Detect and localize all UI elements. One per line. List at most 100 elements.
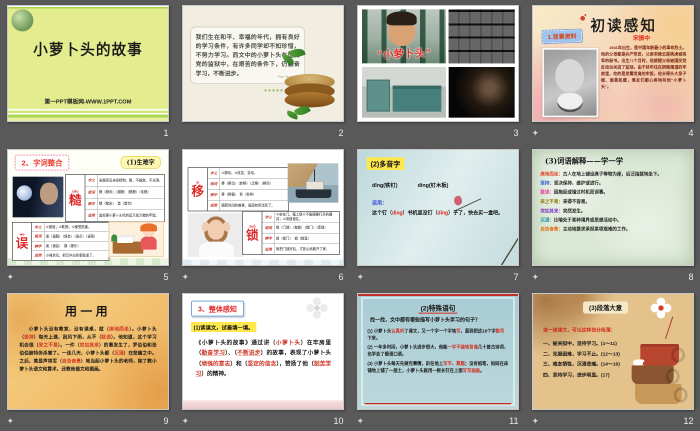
glossary-entry: 来之不易：来得不容易。 xyxy=(539,199,590,205)
segment-line: 一、被关狱中，坚持学习。(1～11) xyxy=(542,340,617,347)
cup-illustration xyxy=(634,383,688,404)
row-value: 糙（糙米）（粗糙）（糙粮）（毛糙） xyxy=(98,190,151,194)
sentence-item: (2) 一年多时间，小萝卜头进步很大，他能一字不错地背诵几十首古诗词，也学会了俄… xyxy=(366,344,508,357)
animation-star-icon: ✦ xyxy=(6,271,15,282)
row-label: 组词 xyxy=(31,232,44,242)
row-value: 米脱壳后未经精制；粗，不细致，不光滑。 xyxy=(98,178,162,183)
row-label: 运用 xyxy=(262,243,275,255)
animation-star-icon: ✦ xyxy=(531,415,540,426)
segment-line: 二、克服困难，学习不止。(12～13) xyxy=(542,351,620,357)
slide-cell-1: 小萝卜头的故事 第一PPT模板网-WWW.1PPT.COM ✦ 1 xyxy=(0,0,175,144)
slide-thumbnail-1[interactable]: 小萝卜头的故事 第一PPT模板网-WWW.1PPT.COM xyxy=(6,5,169,122)
slide-thumbnail-11[interactable]: (2)特殊语句 找一找，文中都有哪些描写小萝卜头学习的句子？ (1) 小萝卜头认… xyxy=(356,293,519,410)
row-label: 组词 xyxy=(85,186,98,198)
bottom-stripe-decoration xyxy=(7,106,168,121)
slide-thumbnail-4[interactable]: 初读感知 1.背景资料 宋振中 1941年出生，是中国年龄最小的革命烈士。他的父… xyxy=(531,5,694,122)
glossary-title: (3)词语解释——学一学 xyxy=(544,156,623,166)
section-heading: 3、整体感知 xyxy=(190,300,244,317)
row-label: 组词 xyxy=(262,222,275,233)
slide-cell-12: (3)段落大意 读一读课文，可以这样划分段落： 一、被关狱中，坚持学习。(1～1… xyxy=(525,288,700,431)
reading-ding4: dìng(钉木板) xyxy=(417,182,448,189)
black-white-photo-montage xyxy=(448,9,515,64)
slide-thumbnail-7[interactable]: (2)多音字 dīng(铁钉) dìng(钉木板) 运用： 这个钉（dìng）书… xyxy=(356,149,519,266)
slide-thumbnail-5[interactable]: 2、字词整合 (1)生难字 cāo 糙 字义 米脱壳后未经精制；粗，不细致，不光滑… xyxy=(6,149,169,266)
red-line-decoration xyxy=(364,402,511,405)
animation-star-icon: ✦ xyxy=(531,127,540,138)
row-label: 运用 xyxy=(207,200,220,211)
boy-face-illustration xyxy=(386,11,417,46)
word-table: yí 移 字义 ①挪动；②改变，变动。 组词 移（移动）（转移）（迁移）（移民） 辨… xyxy=(187,167,289,212)
stem-decoration xyxy=(664,316,673,339)
slide-cell-10: 3、整体感知 (1)读课文，试着填一填。 《小萝卜头的故事》通过讲（小萝卜头）在… xyxy=(175,288,350,431)
slide-thumbnail-3[interactable]: “小萝卜头” xyxy=(356,5,519,122)
row-label: 运用 xyxy=(85,209,98,222)
paragraph-summary-title: (3)段落大意 xyxy=(582,301,628,314)
row-value: 锁（门锁）（枷锁）（锁门）（连锁） xyxy=(275,225,328,230)
person-name: 宋振中 xyxy=(632,34,650,42)
slide-number: 3 xyxy=(513,128,519,138)
slide-cell-2: 我们生在和平、幸福的年代，拥有良好的学习条件，有许多同学却不知珍惜，不努力学习。… xyxy=(175,0,350,144)
slide-thumbnail-12[interactable]: (3)段落大意 读一读课文，可以这样划分段落： 一、被关狱中，坚持学习。(1～1… xyxy=(531,293,694,410)
slide-thumbnail-8[interactable]: (3)词语解释——学一学 席地而坐：古人在地上铺设席子等物为座，后泛指就地坐下。… xyxy=(531,149,694,266)
row-label: 字义 xyxy=(207,167,220,179)
baby-photo xyxy=(541,47,598,118)
slide-thumbnail-6[interactable]: yí 移 字义 ①挪动；②改变，变动。 组词 移（移动）（转移）（迁移）（移民） 辨… xyxy=(181,149,344,266)
slide-cell-8: (3)词语解释——学一学 席地而坐：古人在地上铺设席子等物为座，后泛指就地坐下。… xyxy=(525,144,700,288)
slide-thumbnail-2[interactable]: 我们生在和平、幸福的年代，拥有良好的学习条件，有许多同学却不知珍惜，不努力学习。… xyxy=(181,5,344,122)
glossary-entry: 沉浸：比喻处于某种境界或思想活动中。 xyxy=(539,217,621,223)
character: 锁 xyxy=(245,228,259,243)
row-label: 辨字 xyxy=(31,241,44,251)
top-stripe-decoration xyxy=(7,6,168,10)
slide-cell-7: (2)多音字 dīng(铁钉) dìng(钉木板) 运用： 这个钉（dìng）书… xyxy=(350,144,525,288)
cup-illustration xyxy=(639,343,685,366)
row-value: ①错误；②耽搁；③使受损害。 xyxy=(45,225,91,230)
row-label: 辨字 xyxy=(262,233,275,244)
row-value: 锁（锁门） 销（销售） xyxy=(275,236,311,241)
segment-list: 一、被关狱中，坚持学习。(1～11) 二、克服困难，学习不止。(12～13) 三… xyxy=(542,339,619,381)
slide-sorter-grid: 小萝卜头的故事 第一PPT模板网-WWW.1PPT.COM ✦ 1 我们生在和平… xyxy=(0,0,700,431)
polyphone-title: (2)多音字 xyxy=(366,157,404,170)
row-value: 小强贪玩，把写作业的事耽误了。 xyxy=(45,253,96,258)
section-title: 初读感知 xyxy=(579,13,657,34)
summary-paragraph: 《小萝卜头的故事》通过讲（小萝卜头）在牢房里（勤奋学习）、（不断进步）的故事，表… xyxy=(195,339,331,378)
slide-thumbnail-9[interactable]: 用一用 小萝卜头没有教室，没有课桌，就（席地而坐）。小萝卜头（坚持）每天上课，刮… xyxy=(6,293,169,410)
word-table: suǒ 锁 字义 ①安在门、箱上使人不能随便打开的器具；②用锁锁住。 组词 锁（门锁… xyxy=(241,210,340,255)
sentence-item: (3) 小萝卜头每天先做完事情，趴在地上写字、算题；没有纸笔，妈妈在床铺地上铺了… xyxy=(366,361,508,374)
slide-cell-3: “小萝卜头” ✦ 3 xyxy=(350,0,525,144)
slide-thumbnail-10[interactable]: 3、整体感知 (1)读课文，试着填一填。 《小萝卜头的故事》通过讲（小萝卜头）在… xyxy=(181,293,344,410)
new-words-label: (1)生难字 xyxy=(120,155,161,169)
animation-star-icon: ✦ xyxy=(356,271,365,282)
instruction-text: (1)读课文，试着填一填。 xyxy=(190,321,256,332)
slide-cell-5: 2、字词整合 (1)生难字 cāo 糙 字义 米脱壳后未经精制；粗，不细致，不光滑… xyxy=(0,144,175,288)
slide-number: 6 xyxy=(338,272,344,282)
animation-star-icon: ✦ xyxy=(356,415,365,426)
usage-label: 运用： xyxy=(371,200,387,206)
slide-number: 10 xyxy=(333,416,344,426)
row-value: 移（移动）（转移）（迁移）（移民） xyxy=(220,182,273,186)
row-label: 组词 xyxy=(207,178,220,190)
poster-caption: “小萝卜头” xyxy=(376,46,431,61)
practice-title: 用一用 xyxy=(64,304,111,319)
sentence-list: (1) 小萝卜头认真听了课文，又一个字一个字地写，直到把这16个字默写下来。 (… xyxy=(367,327,508,376)
inventor-lightbulb-photo xyxy=(12,176,63,218)
word-table: cāo 糙 字义 米脱壳后未经精制；粗，不细致，不光滑。 组词 糙（糙米）（粗糙）（… xyxy=(64,173,165,222)
row-value: 随着时间的推移，局面有所改变了。 xyxy=(220,203,275,208)
row-label: 字义 xyxy=(85,174,98,187)
cup-illustration xyxy=(631,365,680,385)
flower-bud-decoration xyxy=(452,194,463,207)
row-value: 监狱里小萝卜头吃的是又霉又糙的牢饭。 xyxy=(98,213,159,218)
slide-cell-6: yí 移 字义 ①挪动；②改变，变动。 组词 移（移动）（转移）（迁移）（移民） 辨… xyxy=(175,144,350,288)
glossary-list: 席地而坐：古人在地上铺设席子等物为座，后泛指就地坐下。 坚持：坚决保持、维护或进… xyxy=(540,169,687,234)
word-table: wù 误 字义 ①错误；②耽搁；③使受损害。 组词 误（误解）（误会）（误点）（误事… xyxy=(11,221,109,261)
row-value: 她把门锁好后，才放心地离开了家。 xyxy=(275,247,329,251)
row-label: 运用 xyxy=(31,250,44,260)
slide-number: 11 xyxy=(509,416,519,426)
office-cartoon-illustration xyxy=(108,221,164,257)
character: 移 xyxy=(190,184,204,199)
row-value: 误（误解）（误会）（误点）（误事） xyxy=(45,234,97,239)
wooden-bowls-illustration xyxy=(284,73,335,108)
boy-behind-bars-poster: “小萝卜头” xyxy=(361,9,446,64)
slide-number: 2 xyxy=(338,128,344,138)
segment-line: 四、坚持学习，进步明显。(17) xyxy=(542,372,610,378)
row-label: 辨字 xyxy=(207,189,220,200)
